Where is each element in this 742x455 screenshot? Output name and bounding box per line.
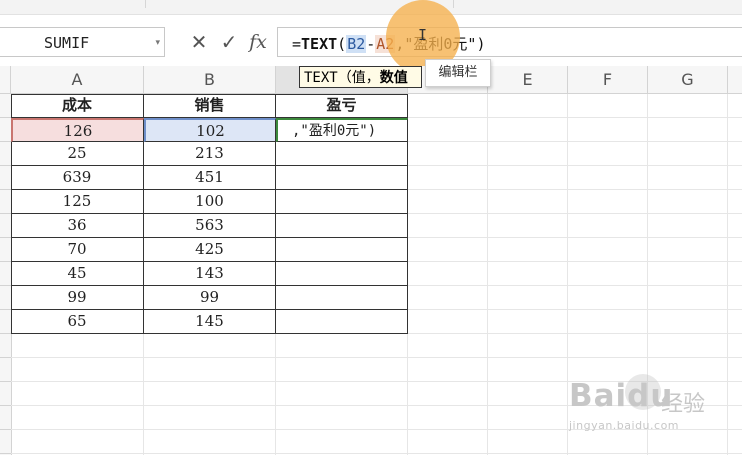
row-header[interactable] bbox=[0, 382, 11, 406]
sales-cell[interactable]: 451 bbox=[144, 166, 276, 190]
grid-line bbox=[11, 453, 742, 454]
formula-operator: - bbox=[366, 35, 376, 53]
profit-cell[interactable] bbox=[276, 262, 408, 286]
hint-arg-value: 值， bbox=[351, 70, 380, 86]
formula-ref-a2: A2 bbox=[375, 35, 396, 53]
row-header[interactable] bbox=[0, 286, 11, 310]
hint-arg-format: 数值 bbox=[379, 70, 408, 86]
watermark-url: jingyan.baidu.com bbox=[569, 419, 680, 432]
toolbar-segment bbox=[0, 0, 146, 8]
check-icon[interactable]: ✓ bbox=[216, 28, 242, 56]
sales-cell[interactable]: 145 bbox=[144, 310, 276, 334]
column-header-g[interactable]: G bbox=[648, 66, 728, 93]
formula-args: ,"盈利0元") bbox=[395, 35, 486, 53]
header-cell[interactable]: 销售 bbox=[144, 94, 276, 118]
top-toolbar-strip bbox=[0, 0, 742, 15]
formula-prefix: = bbox=[292, 35, 302, 53]
row-header[interactable] bbox=[0, 358, 11, 382]
sales-cell[interactable]: 99 bbox=[144, 286, 276, 310]
row-header[interactable] bbox=[0, 262, 11, 286]
row-header[interactable] bbox=[0, 310, 11, 334]
header-cell[interactable]: 盈亏 bbox=[276, 94, 408, 118]
formula-bar-tooltip: 编辑栏 bbox=[425, 59, 491, 87]
profit-cell[interactable] bbox=[276, 238, 408, 262]
hint-paren: （ bbox=[337, 70, 352, 86]
profit-cell[interactable] bbox=[276, 190, 408, 214]
chevron-down-icon[interactable]: ▾ bbox=[155, 38, 160, 48]
row-header[interactable] bbox=[0, 166, 11, 190]
toolbar-segment bbox=[145, 0, 454, 8]
cost-cell[interactable]: 125 bbox=[11, 190, 144, 214]
cost-cell[interactable]: 70 bbox=[11, 238, 144, 262]
sales-cell[interactable]: 100 bbox=[144, 190, 276, 214]
watermark-brand: Baidu bbox=[569, 378, 674, 414]
function-argument-hint: TEXT（值，数值 bbox=[299, 66, 422, 88]
name-box[interactable]: SUMIF ▾ bbox=[0, 27, 165, 57]
grid-line bbox=[487, 94, 488, 455]
name-box-value: SUMIF bbox=[44, 34, 90, 52]
cost-cell[interactable]: 36 bbox=[11, 214, 144, 238]
column-header-f[interactable]: F bbox=[568, 66, 648, 93]
formula-paren: ( bbox=[337, 35, 347, 53]
column-header-b[interactable]: B bbox=[144, 66, 276, 93]
text-cursor-icon: I bbox=[418, 26, 428, 44]
profit-cell[interactable] bbox=[276, 166, 408, 190]
row-header[interactable] bbox=[0, 118, 11, 142]
column-header-e[interactable]: E bbox=[488, 66, 568, 93]
active-edit-cell[interactable]: ,"盈利0元") bbox=[276, 118, 408, 142]
sales-cell[interactable]: 143 bbox=[144, 262, 276, 286]
row-header[interactable] bbox=[0, 190, 11, 214]
select-all-corner[interactable] bbox=[0, 66, 11, 93]
function-icon[interactable]: fx bbox=[245, 28, 271, 56]
close-icon[interactable]: ✕ bbox=[186, 28, 212, 56]
sales-cell[interactable]: 102 bbox=[144, 118, 276, 142]
row-header[interactable] bbox=[0, 238, 11, 262]
formula-text: =TEXT(B2-A2,"盈利0元") bbox=[292, 33, 486, 54]
cost-cell[interactable]: 65 bbox=[11, 310, 144, 334]
formula-ref-b2: B2 bbox=[346, 35, 367, 53]
formula-input[interactable]: =TEXT(B2-A2,"盈利0元") bbox=[277, 27, 742, 57]
cost-cell[interactable]: 99 bbox=[11, 286, 144, 310]
grid-line bbox=[11, 357, 742, 358]
profit-cell[interactable] bbox=[276, 286, 408, 310]
sales-cell[interactable]: 213 bbox=[144, 142, 276, 166]
row-header[interactable] bbox=[0, 142, 11, 166]
cost-cell[interactable]: 126 bbox=[11, 118, 144, 142]
watermark-suffix: 经验 bbox=[661, 392, 706, 417]
hint-function-name: TEXT bbox=[304, 70, 338, 86]
cost-cell[interactable]: 45 bbox=[11, 262, 144, 286]
cost-cell[interactable]: 639 bbox=[11, 166, 144, 190]
sales-cell[interactable]: 425 bbox=[144, 238, 276, 262]
row-header[interactable] bbox=[0, 406, 11, 430]
profit-cell[interactable] bbox=[276, 214, 408, 238]
row-header[interactable] bbox=[0, 334, 11, 358]
row-header[interactable] bbox=[0, 94, 11, 118]
sales-cell[interactable]: 563 bbox=[144, 214, 276, 238]
cost-cell[interactable]: 25 bbox=[11, 142, 144, 166]
row-header[interactable] bbox=[0, 214, 11, 238]
row-header[interactable] bbox=[0, 430, 11, 454]
profit-cell[interactable] bbox=[276, 142, 408, 166]
formula-function: TEXT bbox=[301, 35, 338, 53]
column-header-a[interactable]: A bbox=[11, 66, 144, 93]
formula-bar-row: SUMIF ▾ ✕ ✓ fx =TEXT(B2-A2,"盈利0元") bbox=[0, 24, 742, 62]
profit-cell[interactable] bbox=[276, 310, 408, 334]
header-cell[interactable]: 成本 bbox=[11, 94, 144, 118]
watermark: Baidu 经验 jingyan.baidu.com bbox=[567, 374, 737, 438]
